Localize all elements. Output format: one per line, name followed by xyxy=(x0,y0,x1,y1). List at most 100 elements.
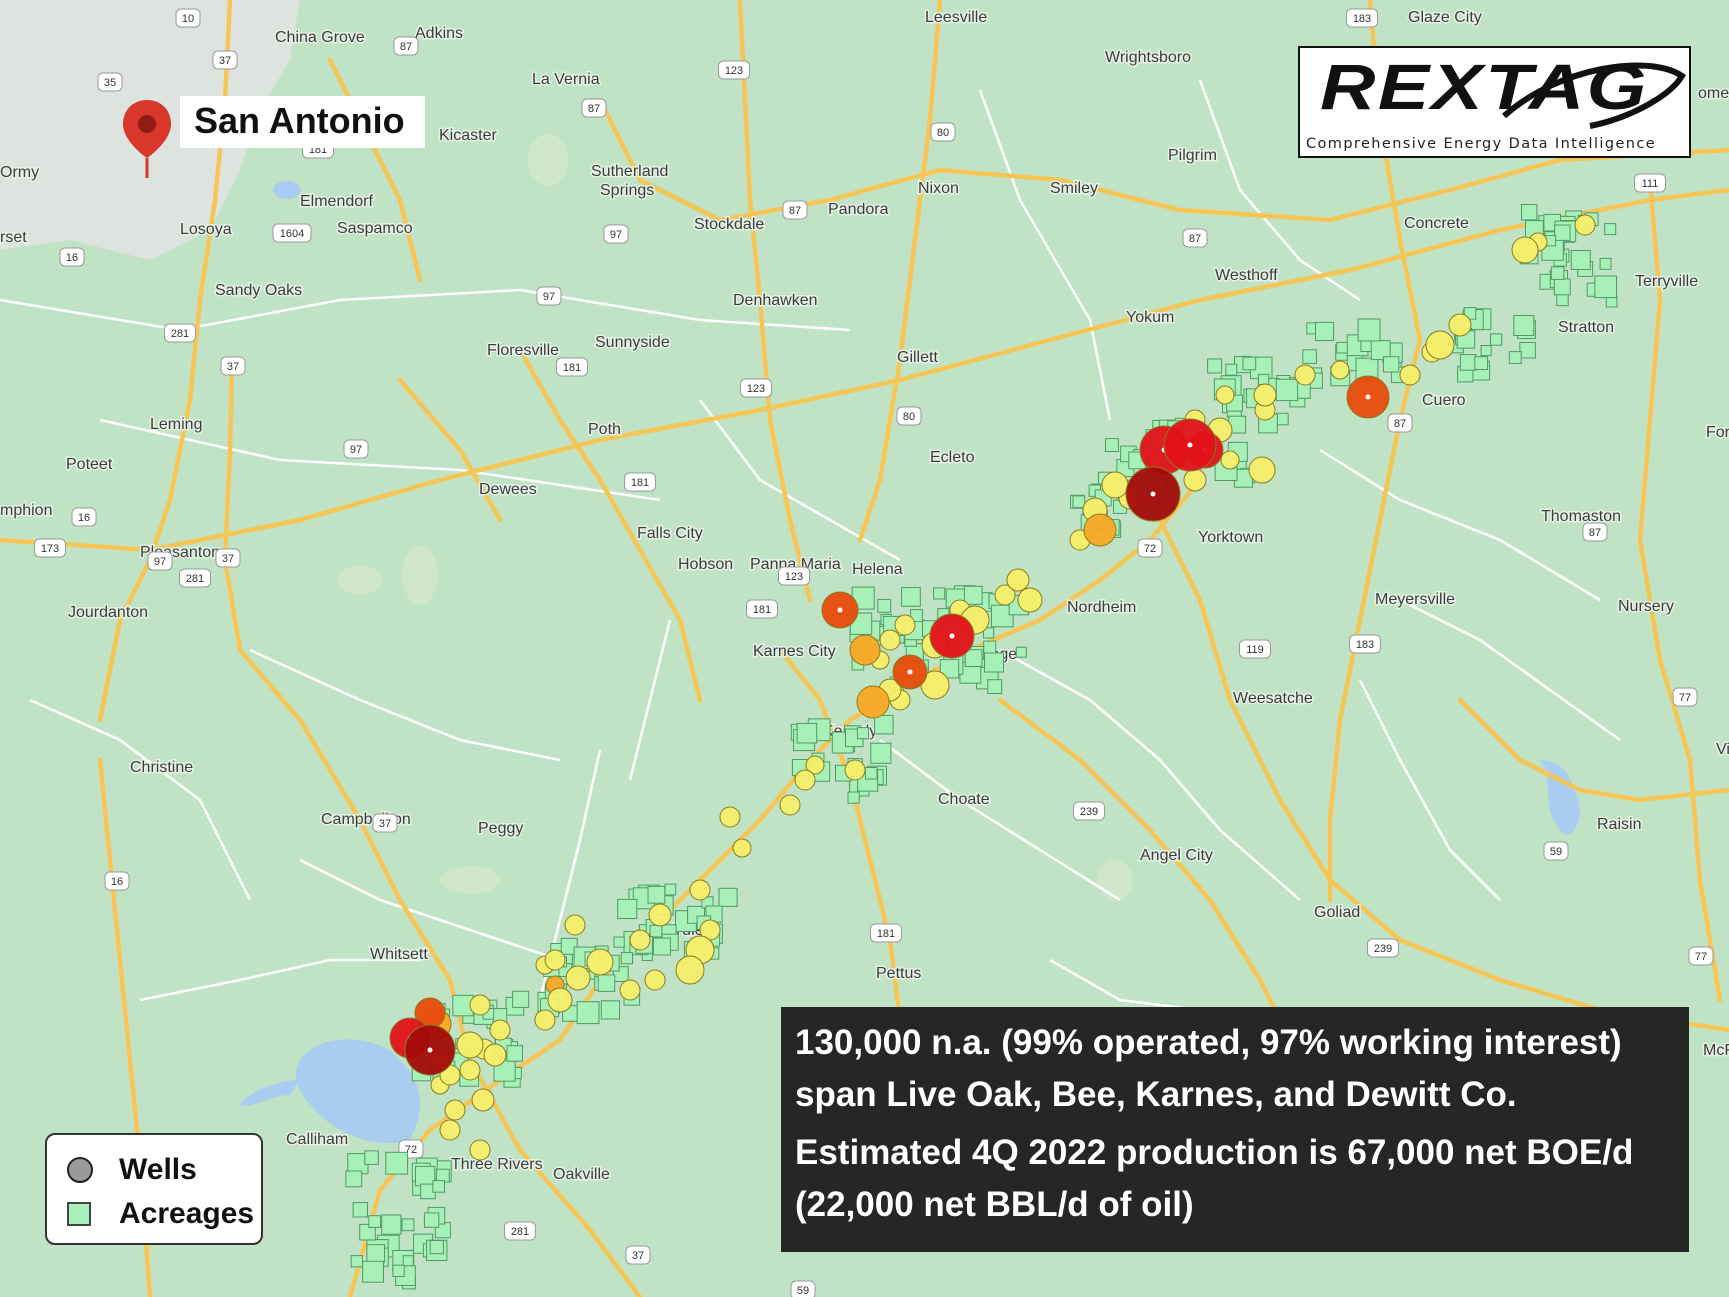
acreage-block xyxy=(933,587,946,600)
acreage-block xyxy=(345,1170,363,1188)
place-label: Losoya xyxy=(180,221,232,238)
well-marker[interactable] xyxy=(779,794,801,816)
acreage-block xyxy=(874,714,894,735)
road-shield-label: 16 xyxy=(66,252,78,264)
road-shield-label: 87 xyxy=(588,103,600,115)
well-marker[interactable] xyxy=(1294,364,1316,386)
place-label: Floresville xyxy=(487,342,559,359)
well-marker[interactable] xyxy=(1101,471,1129,499)
road-shield-label: 87 xyxy=(1589,527,1601,539)
well-marker[interactable] xyxy=(619,979,641,1001)
road-shield-icon: 281 xyxy=(164,323,196,343)
well-marker[interactable] xyxy=(1215,385,1235,405)
well-marker[interactable] xyxy=(879,629,901,651)
well-marker[interactable] xyxy=(1511,236,1539,264)
well-marker[interactable] xyxy=(544,949,566,971)
well-marker[interactable] xyxy=(483,1043,507,1067)
place-label: Sandy Oaks xyxy=(215,282,302,299)
road-shield-label: 10 xyxy=(182,13,194,25)
place-label: China Grove xyxy=(275,29,365,46)
well-marker[interactable] xyxy=(1083,513,1117,547)
acreage-block xyxy=(352,1202,369,1218)
well-marker[interactable] xyxy=(675,955,705,985)
road-shield-label: 59 xyxy=(1550,846,1562,858)
acreage-block xyxy=(877,598,892,613)
acreage-block xyxy=(381,1214,402,1235)
acreage-block xyxy=(597,974,616,992)
acreage-block xyxy=(600,1000,620,1020)
acreage-block xyxy=(796,722,818,744)
well-marker[interactable] xyxy=(471,1088,495,1112)
well-marker[interactable] xyxy=(648,903,672,927)
acreage-block xyxy=(964,649,983,668)
location-pin-icon xyxy=(123,100,171,178)
well-marker[interactable] xyxy=(1330,360,1350,380)
well-marker[interactable] xyxy=(1248,456,1276,484)
road-shield-label: 77 xyxy=(1679,692,1691,704)
well-marker[interactable] xyxy=(894,614,916,636)
well-marker[interactable] xyxy=(856,685,890,719)
road-shield-icon: 181 xyxy=(746,599,778,619)
well-center-dot xyxy=(1150,491,1156,497)
well-marker[interactable] xyxy=(844,759,866,781)
well-marker[interactable] xyxy=(629,929,651,951)
well-marker[interactable] xyxy=(1183,468,1207,492)
well-marker[interactable] xyxy=(1253,383,1277,407)
road-shield-icon: 183 xyxy=(1346,8,1378,28)
road-shield-icon: 111 xyxy=(1634,173,1666,193)
well-marker[interactable] xyxy=(564,914,586,936)
well-marker[interactable] xyxy=(1017,587,1043,613)
place-label: Raisin xyxy=(1597,816,1641,833)
well-marker[interactable] xyxy=(469,1139,491,1161)
place-label: Whitsett xyxy=(370,946,428,963)
well-marker[interactable] xyxy=(534,1009,556,1031)
well-marker[interactable] xyxy=(489,1019,511,1041)
well-marker[interactable] xyxy=(719,806,741,828)
well-marker[interactable] xyxy=(1425,330,1455,360)
acreage-block xyxy=(1207,358,1223,374)
road-shield-icon: 87 xyxy=(1182,228,1208,248)
well-marker[interactable] xyxy=(547,987,573,1013)
place-label: Helena xyxy=(852,561,903,578)
sand-patch xyxy=(1097,860,1133,900)
well-marker[interactable] xyxy=(732,838,752,858)
sand-patch xyxy=(528,134,568,186)
acreage-block xyxy=(856,727,870,740)
place-label: ome xyxy=(1698,85,1729,102)
acreage-block xyxy=(1554,224,1571,241)
acreage-block xyxy=(1072,495,1086,509)
well-marker[interactable] xyxy=(1220,450,1240,470)
well-marker[interactable] xyxy=(459,1059,481,1081)
well-marker[interactable] xyxy=(644,969,666,991)
road-shield-label: 281 xyxy=(511,1226,529,1238)
acreage-block xyxy=(1336,341,1348,354)
well-center-dot xyxy=(837,607,843,613)
well-marker[interactable] xyxy=(1006,568,1030,592)
road-shield-icon: 239 xyxy=(1367,938,1399,958)
well-marker[interactable] xyxy=(456,1031,484,1059)
road-shield-label: 181 xyxy=(753,604,771,616)
well-marker[interactable] xyxy=(586,948,614,976)
acreage-block xyxy=(647,885,666,904)
acreage-block xyxy=(1258,373,1270,386)
well-marker[interactable] xyxy=(439,1119,461,1141)
place-label: Adkins xyxy=(415,25,463,42)
road-shield-icon: 10 xyxy=(175,8,201,28)
well-marker[interactable] xyxy=(565,965,591,991)
well-marker[interactable] xyxy=(469,994,491,1016)
well-marker[interactable] xyxy=(849,634,881,666)
well-marker[interactable] xyxy=(444,1099,466,1121)
acreage-block xyxy=(1242,356,1257,371)
place-label: Pandora xyxy=(828,201,889,218)
well-marker[interactable] xyxy=(794,769,816,791)
road-shield-icon: 183 xyxy=(1349,634,1381,654)
road-shield-label: 97 xyxy=(350,444,362,456)
well-marker[interactable] xyxy=(1399,364,1421,386)
well-marker[interactable] xyxy=(1448,313,1472,337)
well-marker[interactable] xyxy=(1574,214,1596,236)
road-shield-icon: 16 xyxy=(71,507,97,527)
acreage-block xyxy=(1225,363,1238,376)
road-shield-icon: 37 xyxy=(215,548,241,568)
well-marker[interactable] xyxy=(689,879,711,901)
road-shield-icon: 1604 xyxy=(272,223,312,243)
